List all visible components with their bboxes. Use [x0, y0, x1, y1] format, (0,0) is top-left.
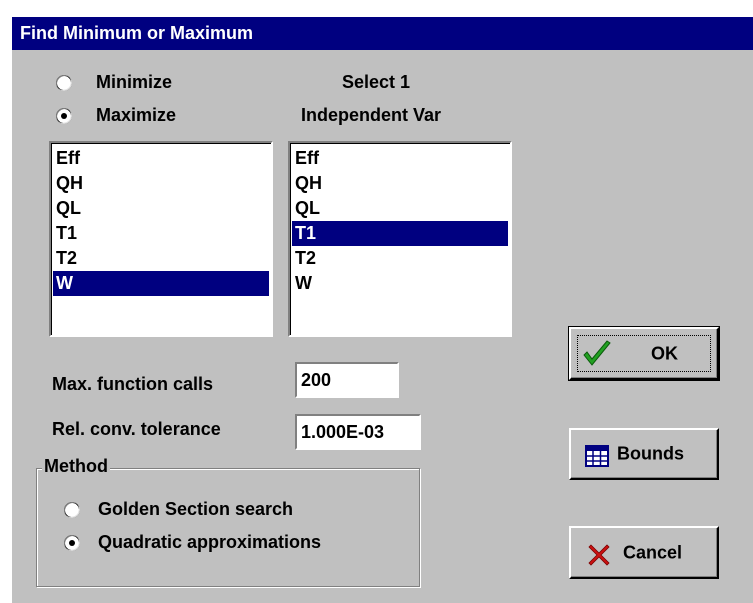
ok-label: OK: [651, 343, 678, 363]
max-calls-label: Max. function calls: [52, 374, 214, 394]
table-icon: [585, 445, 609, 467]
tolerance-input[interactable]: 1.000E-03: [295, 414, 421, 450]
golden-section-label[interactable]: Golden Section search: [98, 499, 293, 520]
radio-dot: [61, 113, 67, 119]
ok-button[interactable]: OK: [568, 326, 720, 381]
list-item[interactable]: T1: [53, 221, 269, 246]
radio-dot: [69, 540, 75, 546]
indep-var-heading-line1: Select 1: [342, 72, 411, 92]
tolerance-label: Rel. conv. tolerance: [52, 419, 221, 439]
indep-var-heading-line2: Independent Var: [301, 105, 442, 125]
bounds-button[interactable]: Bounds: [569, 428, 719, 480]
checkmark-icon: [583, 340, 611, 366]
minimize-label[interactable]: Minimize: [96, 72, 172, 93]
cancel-label: Cancel: [623, 542, 683, 562]
cancel-button[interactable]: Cancel: [569, 526, 719, 579]
method-groupbox: [36, 468, 420, 587]
list-item[interactable]: QL: [292, 196, 508, 221]
maximize-radio[interactable]: [56, 108, 72, 124]
list-item[interactable]: QH: [53, 171, 269, 196]
objective-var-list[interactable]: Eff QH QL T1 T2 W: [49, 141, 273, 337]
golden-section-radio[interactable]: [64, 502, 80, 518]
independent-var-list[interactable]: Eff QH QL T1 T2 W: [288, 141, 512, 337]
bounds-label: Bounds: [617, 443, 684, 464]
maximize-label[interactable]: Maximize: [96, 105, 176, 126]
list-item[interactable]: W: [292, 271, 508, 296]
title-bar: Find Minimum or Maximum: [12, 17, 753, 50]
list-item[interactable]: T2: [292, 246, 508, 271]
x-icon: [588, 544, 610, 566]
minimize-radio[interactable]: [56, 75, 72, 91]
list-item[interactable]: Eff: [292, 146, 508, 171]
list-item[interactable]: QL: [53, 196, 269, 221]
quadratic-label[interactable]: Quadratic approximations: [98, 532, 321, 553]
list-item[interactable]: T2: [53, 246, 269, 271]
find-min-max-dialog: Find Minimum or Maximum Minimize Maximiz…: [12, 17, 753, 603]
method-group-label: Method: [42, 456, 110, 477]
list-item-selected[interactable]: T1: [292, 221, 508, 246]
quadratic-radio[interactable]: [64, 535, 80, 551]
list-item[interactable]: QH: [292, 171, 508, 196]
list-item[interactable]: Eff: [53, 146, 269, 171]
list-item-selected[interactable]: W: [53, 271, 269, 296]
max-calls-input[interactable]: 200: [295, 362, 399, 398]
